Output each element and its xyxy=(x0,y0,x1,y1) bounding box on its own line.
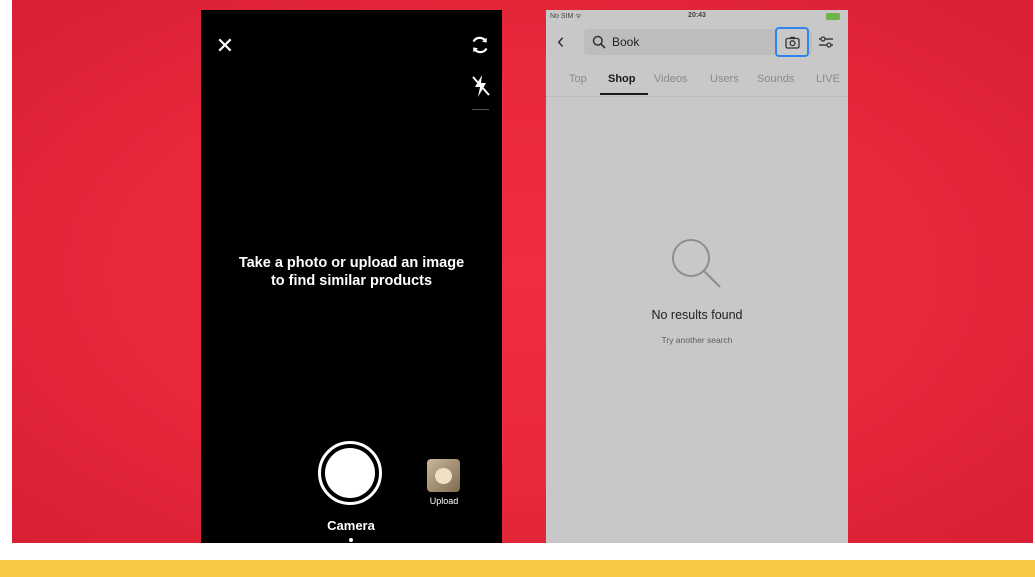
status-bar: No SIM ᯤ 20:43 xyxy=(546,10,848,24)
tab-divider xyxy=(546,96,848,97)
shutter-inner xyxy=(325,448,375,498)
tab-shop[interactable]: Shop xyxy=(608,73,636,85)
empty-state-subtitle: Try another search xyxy=(661,335,733,345)
tab-sounds[interactable]: Sounds xyxy=(757,73,794,85)
background-panel xyxy=(12,0,1033,543)
status-time: 20:43 xyxy=(688,12,706,19)
battery-icon xyxy=(826,13,840,20)
camera-mode-label[interactable]: Camera xyxy=(301,518,401,533)
search-query: Book xyxy=(612,35,640,49)
camera-hint-text: Take a photo or upload an image to find … xyxy=(201,254,502,290)
flash-indicator xyxy=(472,109,489,110)
close-icon[interactable]: ✕ xyxy=(215,35,235,57)
shutter-button[interactable] xyxy=(318,441,382,505)
filter-icon[interactable] xyxy=(818,34,834,50)
active-tab-underline xyxy=(600,93,648,95)
upload-label[interactable]: Upload xyxy=(420,496,468,506)
empty-state-title: No results found xyxy=(651,308,743,322)
flash-off-icon[interactable] xyxy=(471,74,491,98)
back-chevron-icon[interactable]: ‹ xyxy=(557,30,571,52)
bottom-accent-bar xyxy=(0,560,1035,577)
mode-indicator-dot xyxy=(349,538,353,542)
camera-screen: ✕ Take a photo or upload an image to fin… xyxy=(201,10,502,543)
hint-line-2: to find similar products xyxy=(270,273,433,289)
search-results-screen: No SIM ᯤ 20:43 ‹ Book Top Shop Videos Us… xyxy=(546,10,848,543)
tab-users[interactable]: Users xyxy=(710,73,739,85)
upload-thumbnail[interactable] xyxy=(427,459,460,492)
tab-videos[interactable]: Videos xyxy=(654,73,687,85)
tab-live[interactable]: LIVE xyxy=(816,73,840,85)
hint-line-1: Take a photo or upload an image xyxy=(238,255,465,271)
search-empty-icon xyxy=(672,239,721,288)
search-tabs: Top Shop Videos Users Sounds LIVE xyxy=(546,73,848,95)
flip-camera-icon[interactable] xyxy=(469,34,491,56)
camera-search-button[interactable] xyxy=(775,27,809,57)
tab-top[interactable]: Top xyxy=(569,73,587,85)
search-icon xyxy=(592,35,606,49)
camera-icon xyxy=(785,36,800,49)
